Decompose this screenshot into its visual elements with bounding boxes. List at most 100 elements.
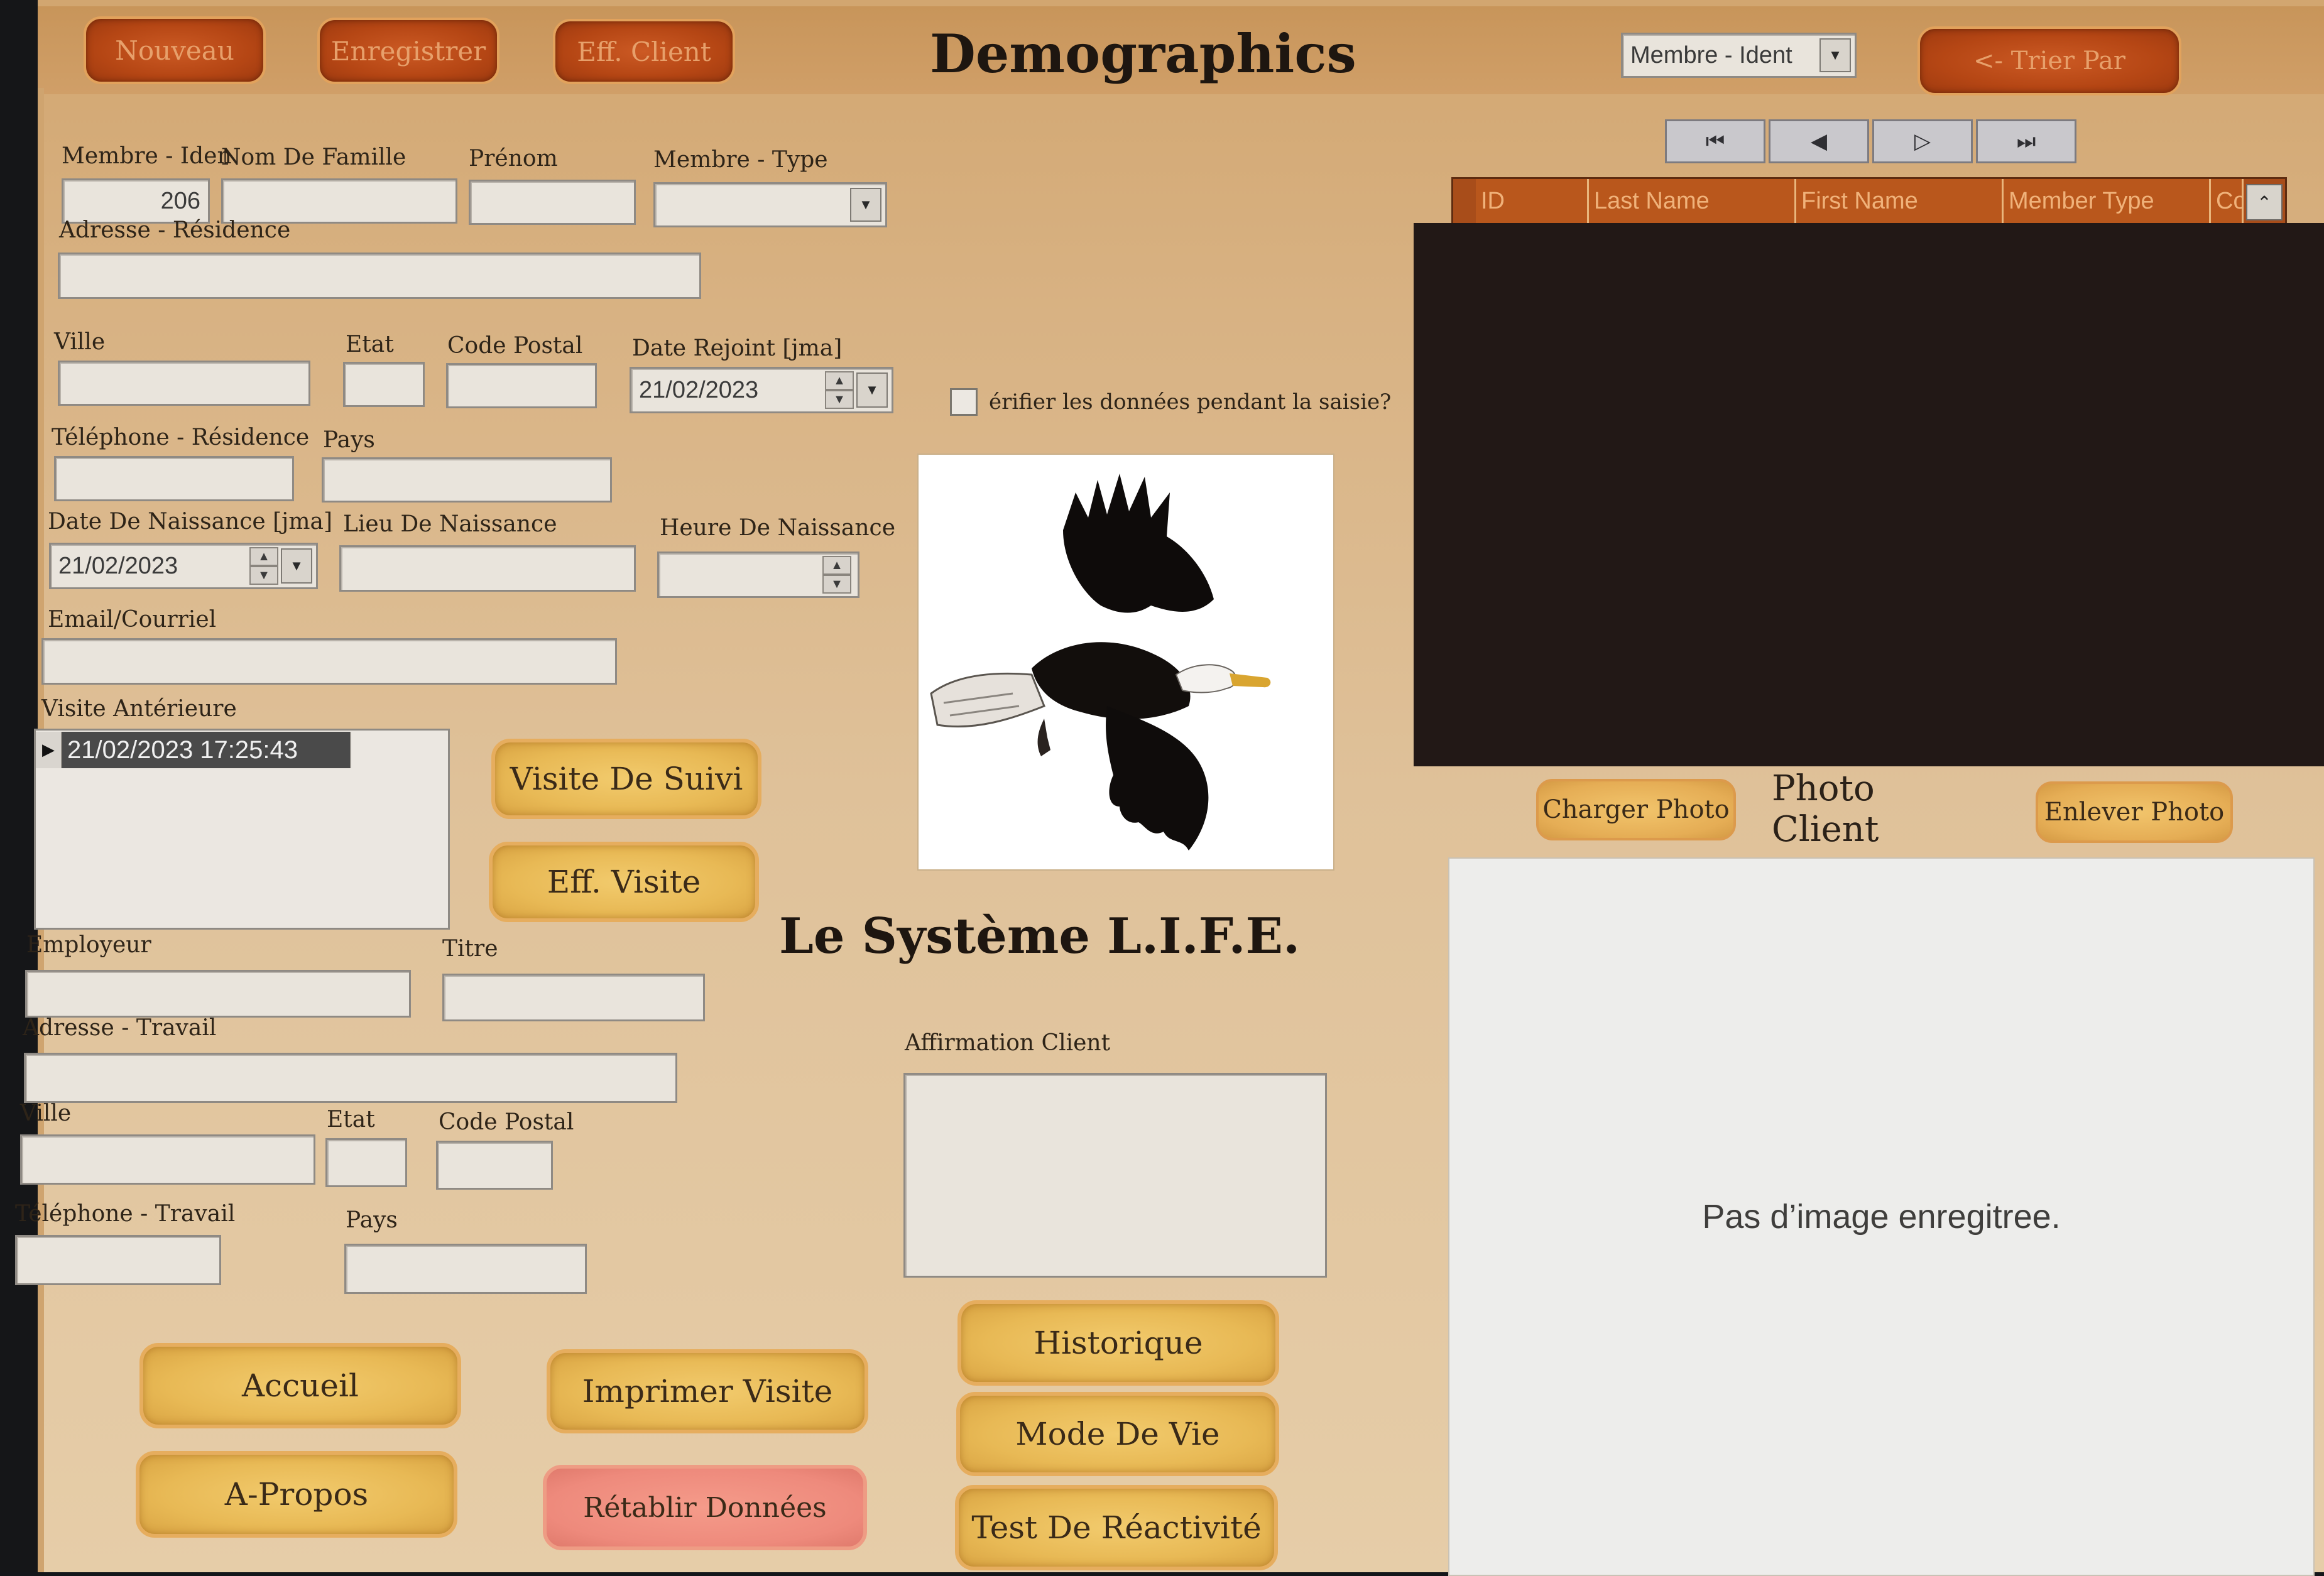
member-grid[interactable] — [1414, 223, 2324, 766]
grid-col-first-name[interactable]: First Name — [1796, 179, 2004, 223]
system-title: Le Système L.I.F.E. — [779, 907, 1301, 965]
historique-button[interactable]: Historique — [957, 1300, 1279, 1386]
spin-down-icon[interactable]: ▼ — [249, 566, 278, 585]
grid-col-member-type[interactable]: Member Type — [2004, 179, 2211, 223]
test-reactivite-button[interactable]: Test De Réactivité — [955, 1485, 1278, 1570]
tel-trav-field[interactable] — [15, 1235, 221, 1285]
accueil-button[interactable]: Accueil — [139, 1343, 461, 1428]
nom-label: Nom De Famille — [221, 144, 406, 170]
lieu-naissance-label: Lieu De Naissance — [343, 511, 557, 537]
code-postal-label: Code Postal — [447, 333, 583, 359]
affirmation-label: Affirmation Client — [905, 1030, 1111, 1056]
mode-de-vie-button[interactable]: Mode De Vie — [956, 1392, 1279, 1476]
tel-res-label: Téléphone - Résidence — [52, 425, 310, 450]
spin-down-icon[interactable]: ▼ — [825, 390, 854, 409]
list-item[interactable]: ▶ 21/02/2023 17:25:43 — [36, 731, 413, 769]
code-postal2-field[interactable] — [436, 1141, 553, 1190]
chevron-down-icon[interactable]: ▼ — [281, 548, 312, 584]
chevron-down-icon[interactable]: ▼ — [850, 188, 881, 222]
date-naissance-field[interactable]: 21/02/2023 ▲ ▼ ▼ — [49, 543, 318, 589]
date-rejoint-field[interactable]: 21/02/2023 ▲ ▼ ▼ — [630, 367, 893, 413]
pays2-label: Pays — [346, 1207, 398, 1233]
date-rejoint-value: 21/02/2023 — [639, 376, 759, 403]
heure-naissance-label: Heure De Naissance — [660, 515, 895, 541]
grid-scroll-up-icon[interactable]: ⌃ — [2246, 184, 2283, 220]
titre-label: Titre — [442, 936, 498, 962]
etat-label: Etat — [346, 332, 394, 357]
heure-naissance-field[interactable]: ▲ ▼ — [657, 552, 859, 598]
membre-type-select[interactable]: ▼ — [653, 182, 887, 227]
page-title: Demographics — [930, 22, 1356, 85]
pays2-field[interactable] — [344, 1244, 587, 1294]
visite-anterieure-label: Visite Antérieure — [41, 696, 237, 722]
code-postal-field[interactable] — [446, 363, 597, 408]
row-pointer-icon: ▶ — [36, 732, 62, 768]
etat-field[interactable] — [343, 362, 425, 407]
next-record-button[interactable]: ▷ — [1872, 119, 1973, 163]
etat2-field[interactable] — [325, 1138, 407, 1187]
ville2-label: Ville — [20, 1100, 72, 1126]
eagle-icon — [930, 474, 1271, 850]
eff-client-button[interactable]: Eff. Client — [553, 19, 735, 84]
imprimer-visite-button[interactable]: Imprimer Visite — [547, 1349, 868, 1433]
trier-par-button[interactable]: <- Trier Par — [1918, 26, 2181, 95]
chevron-down-icon[interactable]: ▼ — [856, 372, 888, 408]
sort-select-value: Membre - Ident — [1630, 41, 1792, 68]
enlever-photo-button[interactable]: Enlever Photo — [2036, 781, 2233, 843]
grid-col-co[interactable]: Co — [2211, 179, 2244, 223]
verify-checkbox[interactable] — [950, 388, 978, 416]
lieu-naissance-field[interactable] — [339, 545, 636, 592]
visite-anterieure-list[interactable]: ▶ 21/02/2023 17:25:43 — [34, 729, 450, 930]
left-screen-edge — [0, 0, 38, 1572]
ville-field[interactable] — [58, 361, 310, 406]
photo-area: Pas d’image enregitree. — [1448, 857, 2315, 1576]
a-propos-button[interactable]: A-Propos — [136, 1451, 457, 1538]
adresse-res-field[interactable] — [58, 253, 701, 299]
prenom-field[interactable] — [469, 180, 636, 225]
demographics-window: Nouveau Enregistrer Eff. Client Demograp… — [0, 0, 2324, 1576]
date-rejoint-spinner[interactable]: ▲ ▼ — [825, 371, 854, 409]
titre-field[interactable] — [442, 974, 705, 1021]
last-record-button[interactable]: ⏭ — [1976, 119, 2076, 163]
spin-up-icon[interactable]: ▲ — [825, 371, 854, 390]
membre-iden-value: 206 — [160, 187, 200, 214]
photo-client-title: Photo Client — [1772, 768, 1879, 850]
pays-field[interactable] — [322, 457, 612, 503]
email-field[interactable] — [41, 638, 617, 685]
eff-visite-button[interactable]: Eff. Visite — [489, 842, 759, 922]
tel-trav-label: Téléphone - Travail — [15, 1201, 236, 1227]
grid-col-last-name[interactable]: Last Name — [1589, 179, 1796, 223]
last-record-icon: ⏭ — [2016, 129, 2036, 154]
grid-col-id[interactable]: ID — [1476, 179, 1589, 223]
heure-naissance-spinner[interactable]: ▲ ▼ — [822, 556, 851, 594]
date-rejoint-label: Date Rejoint [jma] — [632, 335, 843, 361]
charger-photo-button[interactable]: Charger Photo — [1536, 779, 1736, 840]
enregistrer-button[interactable]: Enregistrer — [317, 18, 499, 84]
no-image-text: Pas d’image enregitree. — [1702, 1198, 2061, 1236]
etat2-label: Etat — [327, 1107, 375, 1133]
affirmation-field[interactable] — [903, 1073, 1327, 1278]
employeur-field[interactable] — [25, 970, 411, 1018]
chevron-down-icon[interactable]: ▼ — [1819, 38, 1851, 72]
ville2-field[interactable] — [20, 1134, 315, 1185]
sort-select[interactable]: Membre - Ident ▼ — [1621, 33, 1857, 78]
next-record-icon: ▷ — [1914, 129, 1931, 154]
retablir-donnees-button[interactable]: Rétablir Données — [543, 1465, 867, 1550]
spin-up-icon[interactable]: ▲ — [249, 547, 278, 566]
ville-label: Ville — [54, 329, 106, 355]
nouveau-button[interactable]: Nouveau — [84, 16, 266, 84]
membre-type-label: Membre - Type — [653, 147, 828, 173]
prenom-label: Prénom — [469, 146, 558, 171]
prev-record-button[interactable]: ◀ — [1769, 119, 1869, 163]
visite-de-suivi-button[interactable]: Visite De Suivi — [491, 739, 761, 819]
tel-res-field[interactable] — [54, 456, 294, 501]
employeur-label: Employeur — [26, 932, 151, 958]
spin-down-icon[interactable]: ▼ — [822, 575, 851, 594]
eagle-image — [917, 454, 1334, 871]
first-record-button[interactable]: ⏮ — [1665, 119, 1765, 163]
adresse-trav-field[interactable] — [24, 1053, 677, 1103]
adresse-res-label: Adresse - Résidence — [59, 217, 291, 243]
first-record-icon: ⏮ — [1705, 129, 1725, 154]
spin-up-icon[interactable]: ▲ — [822, 556, 851, 575]
date-naissance-spinner[interactable]: ▲ ▼ — [249, 547, 278, 585]
